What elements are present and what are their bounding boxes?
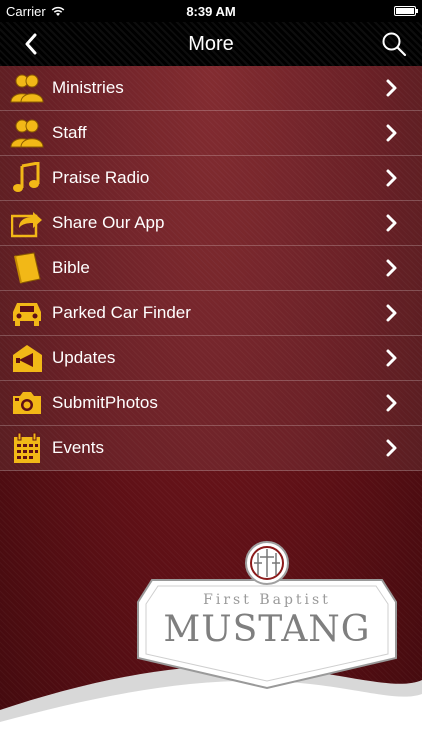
megaphone-icon bbox=[10, 341, 44, 375]
menu-item-ministries[interactable]: Ministries bbox=[0, 66, 422, 111]
book-icon bbox=[10, 251, 44, 285]
back-button[interactable] bbox=[18, 30, 44, 58]
battery-icon bbox=[394, 6, 418, 16]
menu-item-bible[interactable]: Bible bbox=[0, 246, 422, 291]
menu-list: Ministries Staff Praise Radio Share Our … bbox=[0, 66, 422, 471]
menu-item-share-our-app[interactable]: Share Our App bbox=[0, 201, 422, 246]
menu-item-label: Updates bbox=[52, 348, 116, 367]
menu-item-events[interactable]: Events bbox=[0, 426, 422, 471]
menu-item-label: Share Our App bbox=[52, 213, 165, 232]
menu-item-updates[interactable]: Updates bbox=[0, 336, 422, 381]
music-note-icon bbox=[10, 161, 44, 195]
car-icon bbox=[10, 296, 44, 330]
wifi-icon bbox=[51, 6, 65, 16]
camera-icon bbox=[10, 386, 44, 420]
menu-item-praise-radio[interactable]: Praise Radio bbox=[0, 156, 422, 201]
carrier-label: Carrier bbox=[6, 3, 46, 19]
menu-item-parked-car-finder[interactable]: Parked Car Finder bbox=[0, 291, 422, 336]
chevron-right-icon bbox=[386, 169, 397, 187]
chevron-right-icon bbox=[386, 259, 397, 277]
menu-item-label: SubmitPhotos bbox=[52, 393, 158, 412]
chevron-right-icon bbox=[386, 349, 397, 367]
nav-bar: More bbox=[0, 22, 422, 66]
menu-item-label: Ministries bbox=[52, 78, 124, 97]
search-button[interactable] bbox=[380, 30, 408, 58]
chevron-right-icon bbox=[386, 214, 397, 232]
menu-item-label: Events bbox=[52, 438, 104, 457]
menu-item-label: Parked Car Finder bbox=[52, 303, 191, 322]
menu-item-submitphotos[interactable]: SubmitPhotos bbox=[0, 381, 422, 426]
page-title: More bbox=[188, 32, 234, 55]
menu-item-label: Bible bbox=[52, 258, 90, 277]
people-icon bbox=[10, 116, 44, 150]
menu-item-label: Praise Radio bbox=[52, 168, 150, 187]
chevron-right-icon bbox=[386, 304, 397, 322]
church-logo: First Baptist MUSTANG bbox=[137, 541, 397, 690]
menu-item-staff[interactable]: Staff bbox=[0, 111, 422, 156]
menu-item-label: Staff bbox=[52, 123, 87, 142]
people-icon bbox=[10, 71, 44, 105]
chevron-left-icon bbox=[25, 33, 37, 55]
logo-line1: First Baptist bbox=[203, 592, 331, 608]
share-icon bbox=[10, 206, 44, 240]
chevron-right-icon bbox=[386, 79, 397, 97]
logo-line2: MUSTANG bbox=[163, 609, 370, 650]
chevron-right-icon bbox=[386, 394, 397, 412]
search-icon bbox=[382, 32, 407, 57]
chevron-right-icon bbox=[386, 439, 397, 457]
calendar-icon bbox=[10, 431, 44, 465]
status-bar: Carrier 8:39 AM bbox=[0, 0, 422, 22]
chevron-right-icon bbox=[386, 124, 397, 142]
